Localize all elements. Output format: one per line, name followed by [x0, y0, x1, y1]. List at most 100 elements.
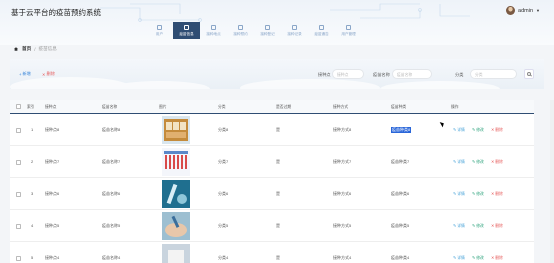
nav-item-0[interactable]: 用户	[146, 22, 173, 39]
cell-type: 疫苗种类8	[391, 127, 412, 133]
cell-type: 疫苗种类4	[391, 255, 410, 260]
edit-label: 修改	[476, 192, 484, 196]
cell-site: 接种点8	[45, 127, 60, 132]
add-button[interactable]: + 新增	[16, 70, 34, 78]
name-input[interactable]: 疫苗名称	[392, 69, 432, 79]
breadcrumb-home[interactable]: 首页	[22, 46, 31, 52]
edit-label: 修改	[476, 128, 484, 132]
cell-method: 接种方式7	[333, 159, 352, 164]
column-header-type[interactable]: 疫苗种类	[391, 105, 406, 110]
edit-button[interactable]: ✎ 修改	[472, 223, 484, 229]
row-checkbox[interactable]	[16, 256, 21, 261]
detail-button[interactable]: ✎ 详情	[453, 223, 465, 229]
nav-label: 用户管理	[341, 31, 356, 36]
cell-name: 疫苗名称7	[102, 159, 121, 164]
vaccine-image[interactable]	[162, 116, 190, 144]
nav-icon	[238, 24, 243, 30]
add-button-label: 新增	[22, 71, 31, 76]
row-delete-button[interactable]: ✕ 删除	[491, 223, 503, 229]
table-row: 4 接种点5 疫苗名称5 分类5 是 接种方式5 疫苗种类5 ✎ 详情 ✎ 修改 ✕ 删除	[10, 210, 534, 242]
nav-label: 接种预约	[233, 31, 248, 36]
nav-icon	[211, 24, 216, 30]
select-all-checkbox[interactable]	[16, 104, 21, 109]
cell-method: 接种方式8	[333, 127, 352, 132]
cell-name: 疫苗名称6	[102, 191, 121, 196]
edit-button[interactable]: ✎ 修改	[472, 127, 484, 133]
detail-label: 详情	[457, 192, 465, 196]
row-delete-button[interactable]: ✕ 删除	[491, 255, 503, 261]
cell-index: 5	[31, 255, 34, 260]
vaccine-image[interactable]	[162, 180, 190, 208]
row-checkbox[interactable]	[16, 160, 21, 165]
vaccine-image[interactable]	[162, 212, 190, 240]
cell-index: 4	[31, 223, 34, 228]
nav-icon	[319, 24, 324, 30]
detail-label: 详情	[457, 224, 465, 228]
search-button[interactable]	[524, 69, 534, 79]
column-header-expired[interactable]: 是否过期	[276, 105, 291, 110]
column-header-image[interactable]: 图片	[159, 105, 167, 110]
edit-button[interactable]: ✎ 修改	[472, 191, 484, 197]
column-header-category[interactable]: 分类	[218, 105, 226, 110]
page-scrollbar[interactable]	[550, 100, 554, 263]
user-name: admin	[518, 7, 534, 14]
nav-icon	[184, 24, 189, 30]
detail-label: 详情	[457, 160, 465, 164]
column-header-name[interactable]: 疫苗名称	[102, 105, 117, 110]
nav-label: 接种记录	[287, 31, 302, 36]
row-delete-button[interactable]: ✕ 删除	[491, 159, 503, 165]
row-checkbox[interactable]	[16, 128, 21, 133]
main-nav: 用户 疫苗信息 接种地点 接种预约 接种登记 接种记录 疫苗通告 用户管理	[146, 22, 362, 39]
column-header-method[interactable]: 接种方式	[333, 105, 348, 110]
nav-item-5[interactable]: 接种记录	[281, 22, 308, 39]
nav-item-1[interactable]: 疫苗信息	[173, 22, 200, 39]
delete-button[interactable]: ✕ 删除	[39, 70, 58, 78]
detail-button[interactable]: ✎ 详情	[453, 255, 465, 261]
cell-category: 分类5	[218, 223, 229, 228]
cell-site: 接种点6	[45, 191, 60, 196]
site-title: 基于云平台的疫苗预约系统	[11, 8, 101, 17]
row-delete-button[interactable]: ✕ 删除	[491, 191, 503, 197]
row-checkbox[interactable]	[16, 224, 21, 229]
detail-button[interactable]: ✎ 详情	[453, 127, 465, 133]
nav-item-6[interactable]: 疫苗通告	[308, 22, 335, 39]
search-icon	[527, 72, 531, 76]
breadcrumb-separator: /	[34, 46, 36, 52]
breadcrumb-current: 疫苗信息	[38, 46, 57, 51]
row-delete-label: 删除	[495, 128, 503, 132]
site-input[interactable]: 接种点	[332, 69, 364, 79]
nav-label: 接种地点	[206, 31, 221, 36]
column-header-index[interactable]: 索引	[27, 105, 35, 110]
cell-method: 接种方式5	[333, 223, 352, 228]
cell-method: 接种方式4	[333, 255, 352, 260]
detail-button[interactable]: ✎ 详情	[453, 191, 465, 197]
nav-item-2[interactable]: 接种地点	[200, 22, 227, 39]
vaccine-image[interactable]	[162, 148, 190, 176]
filter-label-site: 接种点	[318, 72, 331, 77]
nav-label: 用户	[155, 31, 164, 36]
nav-item-3[interactable]: 接种预约	[227, 22, 254, 39]
panel-background	[10, 77, 500, 89]
delete-button-label: 删除	[46, 71, 55, 76]
detail-label: 详情	[457, 256, 465, 260]
detail-button[interactable]: ✎ 详情	[453, 159, 465, 165]
edit-button[interactable]: ✎ 修改	[472, 255, 484, 261]
cell-index: 3	[31, 191, 34, 196]
vaccine-image[interactable]	[162, 244, 190, 263]
nav-item-4[interactable]: 接种登记	[254, 22, 281, 39]
column-header-site[interactable]: 接种点	[45, 105, 56, 110]
row-delete-button[interactable]: ✕ 删除	[491, 127, 503, 133]
cell-category: 分类4	[218, 255, 229, 260]
cell-type: 疫苗种类5	[391, 223, 410, 228]
row-checkbox[interactable]	[16, 192, 21, 197]
nav-item-7[interactable]: 用户管理	[335, 22, 362, 39]
cell-name: 疫苗名称8	[102, 127, 121, 132]
nav-icon	[346, 24, 351, 30]
category-input[interactable]: 分类	[470, 69, 517, 79]
edit-button[interactable]: ✎ 修改	[472, 159, 484, 165]
row-delete-label: 删除	[495, 256, 503, 260]
cell-expired: 是	[276, 223, 280, 228]
filter-label-category: 分类	[455, 72, 464, 77]
user-menu[interactable]: admin ▼	[506, 6, 540, 15]
detail-label: 详情	[457, 128, 465, 132]
